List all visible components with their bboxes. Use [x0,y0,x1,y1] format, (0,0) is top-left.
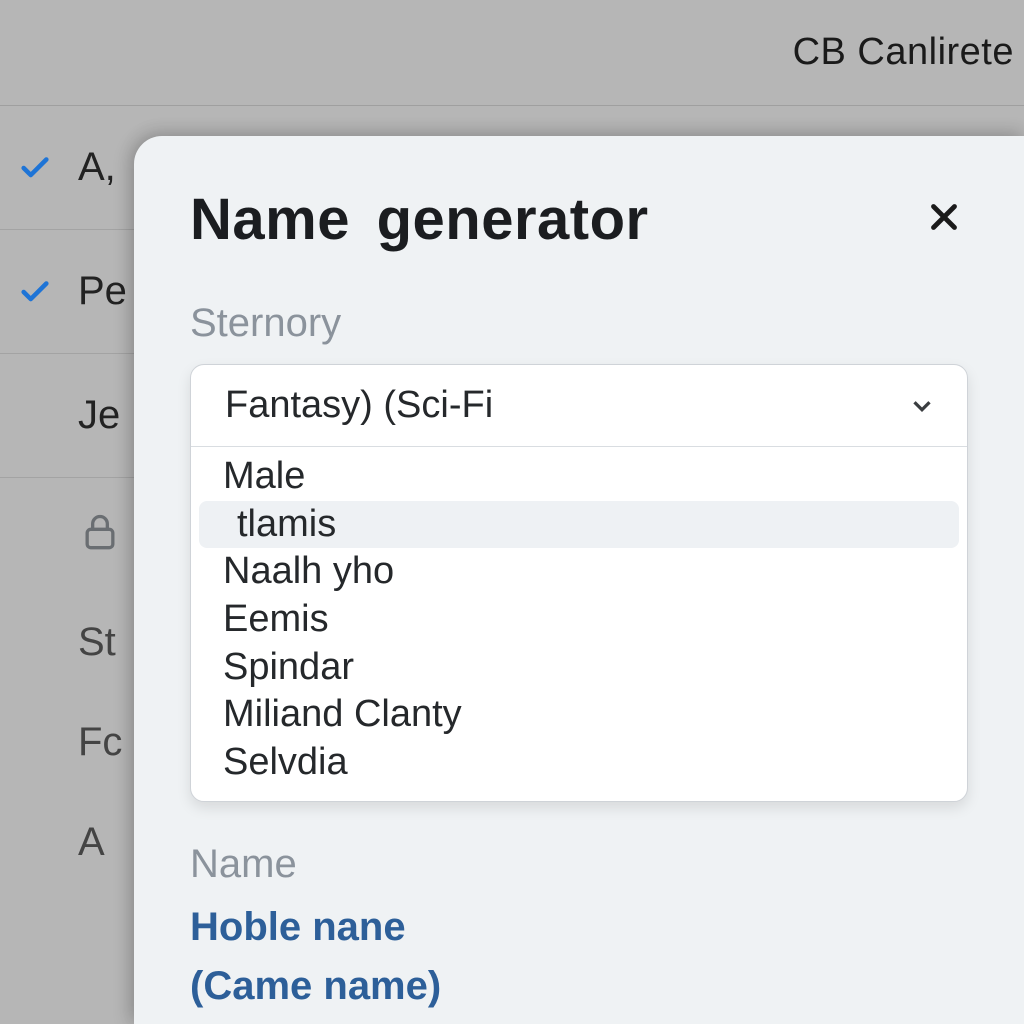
dropdown-option[interactable]: tlamis [199,501,959,549]
dropdown-selected-text: Fantasy) (Sci-Fi [225,384,493,427]
dropdown-option[interactable]: Spindar [199,644,959,692]
dropdown-option[interactable]: Naalh yho [199,548,959,596]
dropdown-selected[interactable]: Fantasy) (Sci-Fi [191,365,967,447]
header-right-text: CB Canlirete [793,31,1014,74]
list-item-label: Pe [78,269,127,314]
close-button[interactable] [920,196,968,244]
name-action-hoble[interactable]: Hoble nane [190,905,968,950]
dropdown-list: Male tlamis Naalh yho Eemis Spindar Mili… [191,447,967,801]
chevron-down-icon [907,391,937,421]
name-action-came[interactable]: (Came name) [190,964,968,1009]
list-item-label: A, [78,145,116,190]
lock-icon [78,492,122,592]
name-label: Name [190,842,968,887]
dropdown-option[interactable]: Eemis [199,596,959,644]
close-icon [926,199,962,240]
dropdown-option[interactable]: Miliand Clanty [199,691,959,739]
app-header: CB Canlirete [0,0,1024,106]
dropdown-option[interactable]: Selvdia [199,739,959,787]
dropdown-option[interactable]: Male [199,453,959,501]
name-generator-panel: Name generator Sternory Fantasy) (Sci-Fi… [134,136,1024,1024]
sternory-label: Sternory [190,301,968,346]
checkmark-icon [18,275,52,309]
panel-title: Name generator [190,186,649,253]
list-item-label: Je [78,393,120,438]
category-dropdown: Fantasy) (Sci-Fi Male tlamis Naalh yho E… [190,364,968,802]
checkmark-icon [18,151,52,185]
